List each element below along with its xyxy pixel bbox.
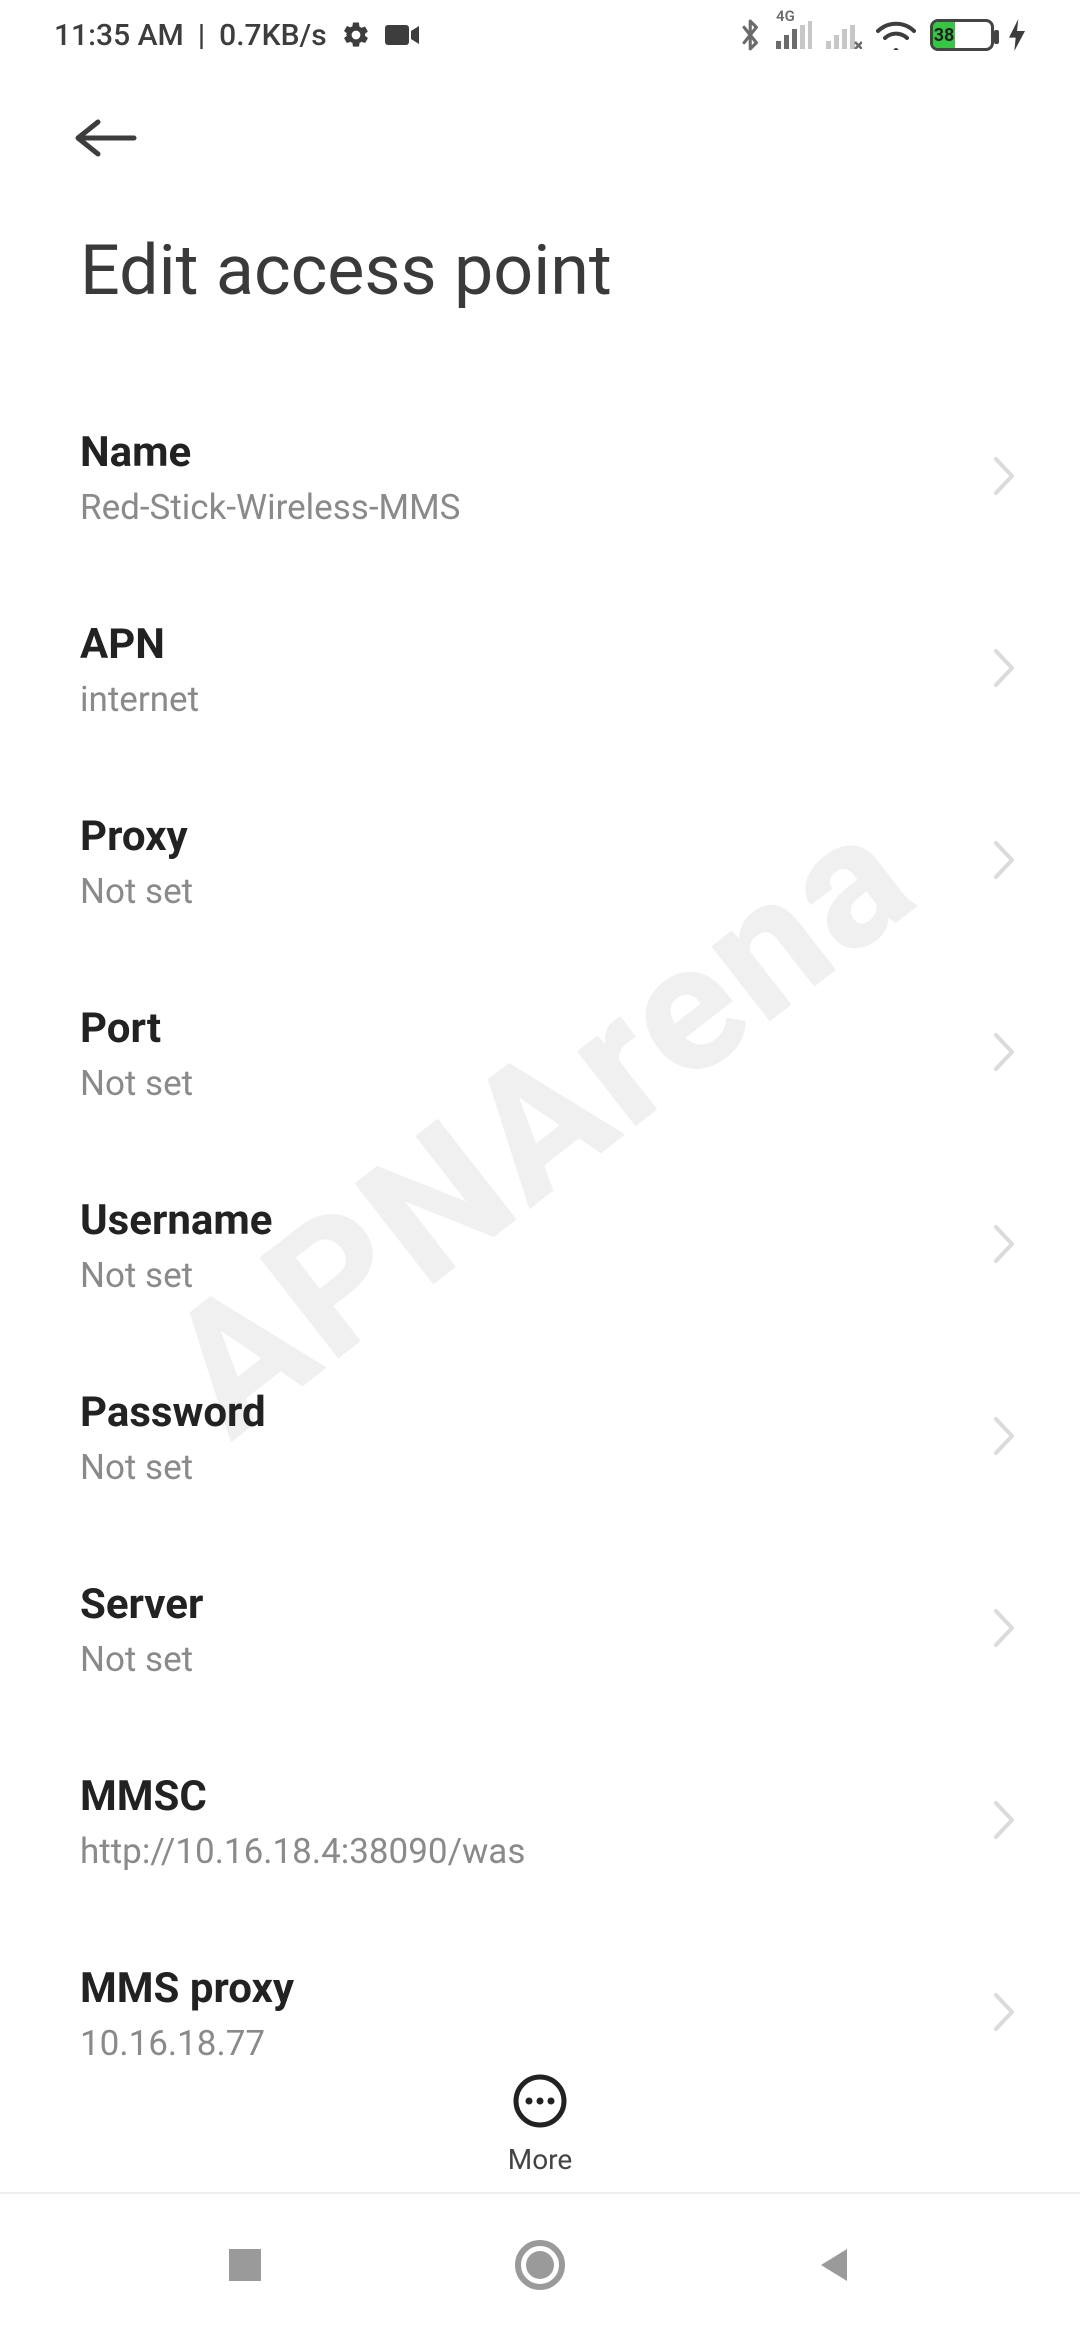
row-value: 10.16.18.77 bbox=[80, 2023, 294, 2064]
wifi-icon bbox=[876, 20, 916, 50]
row-label: Username bbox=[80, 1196, 272, 1245]
row-username[interactable]: Username Not set bbox=[0, 1150, 1080, 1342]
chevron-right-icon bbox=[992, 1415, 1018, 1461]
row-label: Password bbox=[80, 1388, 266, 1437]
row-value: Not set bbox=[80, 1255, 272, 1296]
signal-4g-icon: 4G bbox=[776, 21, 812, 49]
signal-nosim-icon bbox=[826, 21, 862, 49]
row-value: Not set bbox=[80, 1063, 193, 1104]
page-title: Edit access point bbox=[0, 190, 1080, 382]
nav-back-button[interactable] bbox=[813, 2243, 857, 2291]
row-label: Port bbox=[80, 1004, 193, 1053]
settings-list: Name Red-Stick-Wireless-MMS APN internet… bbox=[0, 382, 1080, 2110]
row-label: Proxy bbox=[80, 812, 193, 861]
row-mms-proxy[interactable]: MMS proxy 10.16.18.77 bbox=[0, 1918, 1080, 2110]
row-port[interactable]: Port Not set bbox=[0, 958, 1080, 1150]
row-value: Red-Stick-Wireless-MMS bbox=[80, 487, 460, 528]
triangle-left-icon bbox=[813, 2243, 857, 2287]
row-label: MMS proxy bbox=[80, 1964, 294, 2013]
chevron-right-icon bbox=[992, 647, 1018, 693]
row-proxy[interactable]: Proxy Not set bbox=[0, 766, 1080, 958]
row-value: internet bbox=[80, 679, 199, 720]
chevron-right-icon bbox=[992, 839, 1018, 885]
row-value: Not set bbox=[80, 1447, 266, 1488]
chevron-right-icon bbox=[992, 455, 1018, 501]
camera-icon bbox=[385, 23, 419, 47]
row-label: APN bbox=[80, 620, 199, 669]
battery-level: 38 bbox=[933, 22, 955, 48]
gear-icon bbox=[341, 20, 371, 50]
battery-icon: 38 bbox=[930, 19, 994, 51]
row-label: Name bbox=[80, 428, 460, 477]
status-bar-left: 11:35 AM | 0.7KB/s bbox=[54, 18, 419, 53]
bluetooth-icon bbox=[740, 18, 762, 52]
square-icon bbox=[223, 2243, 267, 2287]
chevron-right-icon bbox=[992, 1223, 1018, 1269]
status-bar: 11:35 AM | 0.7KB/s 4G 38 bbox=[0, 0, 1080, 70]
more-label: More bbox=[508, 2143, 573, 2176]
chevron-right-icon bbox=[992, 1799, 1018, 1845]
signal-4g-label: 4G bbox=[776, 7, 795, 25]
chevron-right-icon bbox=[992, 1031, 1018, 1077]
row-password[interactable]: Password Not set bbox=[0, 1342, 1080, 1534]
status-bar-right: 4G 38 bbox=[740, 18, 1026, 52]
circle-icon bbox=[512, 2237, 568, 2293]
row-apn[interactable]: APN internet bbox=[0, 574, 1080, 766]
nav-home-button[interactable] bbox=[512, 2237, 568, 2297]
row-value: Not set bbox=[80, 871, 193, 912]
row-server[interactable]: Server Not set bbox=[0, 1534, 1080, 1726]
chevron-right-icon bbox=[992, 1607, 1018, 1653]
row-name[interactable]: Name Red-Stick-Wireless-MMS bbox=[0, 382, 1080, 574]
nav-recents-button[interactable] bbox=[223, 2243, 267, 2291]
charging-icon bbox=[1008, 19, 1026, 51]
chevron-right-icon bbox=[992, 1991, 1018, 2037]
row-label: MMSC bbox=[80, 1772, 525, 1821]
row-value: http://10.16.18.4:38090/was bbox=[80, 1831, 525, 1872]
status-data-rate: 0.7KB/s bbox=[219, 18, 326, 53]
arrow-left-icon bbox=[72, 118, 140, 158]
back-button[interactable] bbox=[0, 90, 1080, 190]
row-label: Server bbox=[80, 1580, 203, 1629]
status-time: 11:35 AM bbox=[54, 18, 184, 53]
row-value: Not set bbox=[80, 1639, 203, 1680]
system-nav-bar bbox=[0, 2192, 1080, 2340]
row-mmsc[interactable]: MMSC http://10.16.18.4:38090/was bbox=[0, 1726, 1080, 1918]
status-separator: | bbox=[198, 18, 205, 53]
